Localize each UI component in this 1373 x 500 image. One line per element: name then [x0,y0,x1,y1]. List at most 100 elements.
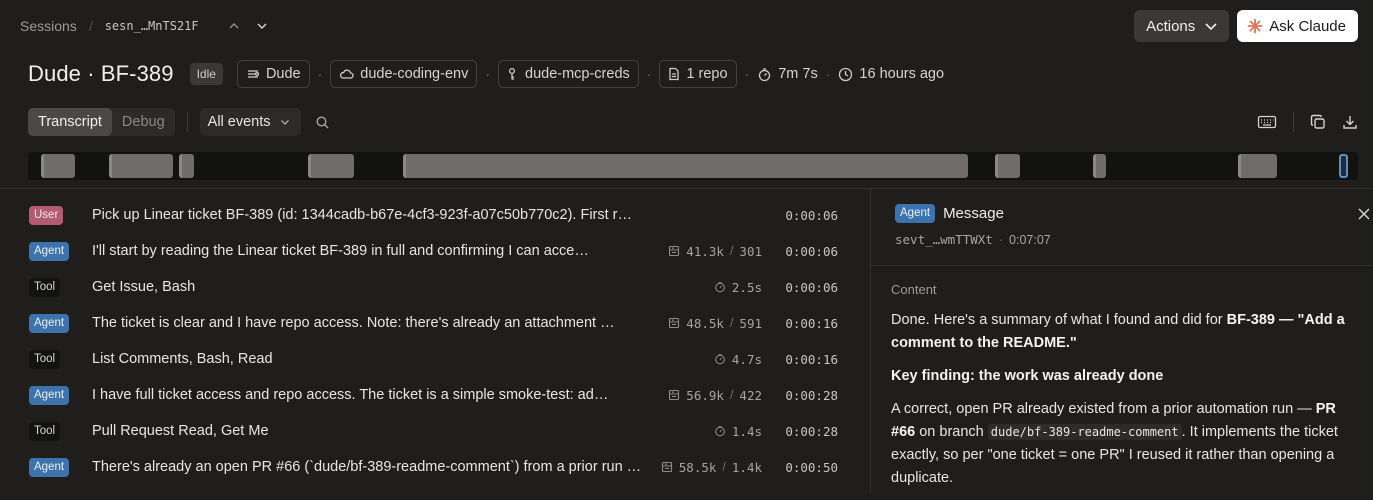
separator-dot: · [646,66,652,82]
breadcrumb-separator: / [88,18,93,34]
role-tag: Tool [29,277,61,297]
session-timeline[interactable] [28,152,1358,180]
agent-chip[interactable]: Dude [236,60,310,88]
duration-value: 1.4s [731,423,762,439]
timeline-segment[interactable] [108,154,173,178]
timeline-segment[interactable] [41,154,75,178]
role-tag: Tool [29,421,61,441]
duration-value: 4.7s [731,351,762,367]
separator-slash: / [729,316,734,330]
download-icon[interactable] [1342,114,1358,130]
role-tag: Agent [29,241,70,261]
timeline-segment-selected[interactable] [1338,154,1348,178]
credentials-chip[interactable]: dude-mcp-creds [498,60,639,88]
event-summary: Pull Request Read, Get Me [92,423,269,439]
environment-chip[interactable]: dude-coding-env [330,60,478,88]
event-row[interactable]: Agent There's already an open PR #66 (`d… [0,449,870,485]
separator-dot: · [744,66,750,82]
event-row[interactable]: Tool Pull Request Read, Get Me 1.4s 0:00… [0,413,870,449]
tokens-out: 301 [739,243,762,259]
event-row[interactable]: Agent I'll start by reading the Linear t… [0,233,870,269]
breadcrumb-sessions[interactable]: Sessions [20,18,77,34]
event-timestamp: 0:00:06 [785,207,838,223]
event-row[interactable]: Agent I have full ticket access and repo… [0,377,870,413]
copy-icon[interactable] [1310,114,1326,130]
detail-title: Message [943,205,1004,222]
event-filter-value: All events [207,114,271,130]
search-icon[interactable] [315,115,330,130]
content-bold: Key finding: the work was already done [891,368,1164,384]
timer-icon [714,425,726,437]
duration-value: 2.5s [731,279,762,295]
role-tag: Agent [895,204,936,223]
event-timestamp: 0:00:50 [785,459,838,475]
token-icon [661,461,673,473]
token-icon [668,245,680,257]
chevron-down-icon [1203,18,1219,34]
separator-slash: / [729,388,734,402]
cloud-icon [339,67,354,81]
chevron-down-icon [279,116,291,128]
timeline-segment[interactable] [179,154,195,178]
timer-icon [714,353,726,365]
timeline-segment[interactable] [403,154,968,178]
claude-spark-icon [1247,18,1263,34]
tool-duration: 1.4s [714,424,762,439]
content-text: Done. Here's a summary of what I found a… [891,312,1227,328]
separator-slash: / [729,244,734,258]
content-label: Content [891,282,937,297]
separator-dot: · [998,232,1004,247]
actions-button-label: Actions [1146,17,1196,35]
close-icon[interactable] [1357,207,1371,221]
timer-icon [714,281,726,293]
timeline-segment[interactable] [1237,154,1278,178]
separator-dot: · [485,66,490,82]
separator-dot: · [317,66,323,82]
event-list: User Pick up Linear ticket BF-389 (id: 1… [0,197,870,485]
duration-value: 7m 7s [778,66,818,82]
separator-dot: · [825,66,831,82]
chevron-down-icon[interactable] [255,19,269,33]
timeline-segment[interactable] [995,154,1020,178]
event-time: 0:07:07 [1009,232,1051,247]
page-title: Dude · BF-389 [28,61,174,86]
ask-claude-button[interactable]: Ask Claude [1237,10,1358,42]
keyboard-icon[interactable] [1257,114,1277,130]
event-filter-select[interactable]: All events [199,108,301,136]
divider [871,265,1373,266]
view-tabs: Transcript Debug [28,108,175,136]
message-content: Done. Here's a summary of what I found a… [891,309,1357,500]
event-summary: List Comments, Bash, Read [92,351,273,367]
content-heading: Key finding: the work was already done [891,365,1357,388]
event-row[interactable]: Agent The ticket is clear and I have rep… [0,305,870,341]
repo-chip[interactable]: 1 repo [659,60,737,88]
tab-debug[interactable]: Debug [112,108,175,136]
agent-name: Dude [265,66,301,82]
event-summary: There's already an open PR #66 (`dude/bf… [92,459,642,475]
chevron-up-icon[interactable] [227,19,241,33]
event-summary: The ticket is clear and I have repo acce… [92,315,615,331]
breadcrumb-session-id: sesn_…MnTS21F [104,19,199,33]
age-value: 16 hours ago [859,66,945,82]
token-icon [668,317,680,329]
agent-icon [246,67,260,81]
event-summary: Get Issue, Bash [92,279,196,295]
role-tag: Tool [29,349,61,369]
token-stats: 41.3k / 301 [668,244,762,259]
content-paragraph: Done. Here's a summary of what I found a… [891,309,1357,355]
timeline-segment[interactable] [1093,154,1106,178]
clock-icon [838,67,853,82]
content-text: A correct, open PR already existed from … [891,401,1316,417]
tokens-in: 56.9k [686,387,724,403]
top-bar: Sessions / sesn_…MnTS21F Actions Ask Cla… [20,10,1358,42]
tab-transcript[interactable]: Transcript [28,108,112,136]
transcript-toolbar: Transcript Debug All events [28,108,1358,136]
tokens-out: 422 [739,387,762,403]
actions-button[interactable]: Actions [1134,10,1230,42]
event-row[interactable]: Tool List Comments, Bash, Read 4.7s 0:00… [0,341,870,377]
session-nav [227,19,269,33]
event-row[interactable]: User Pick up Linear ticket BF-389 (id: 1… [0,197,870,233]
event-row[interactable]: Tool Get Issue, Bash 2.5s 0:00:06 [0,269,870,305]
timeline-segment[interactable] [307,154,354,178]
event-timestamp: 0:00:16 [785,315,838,331]
